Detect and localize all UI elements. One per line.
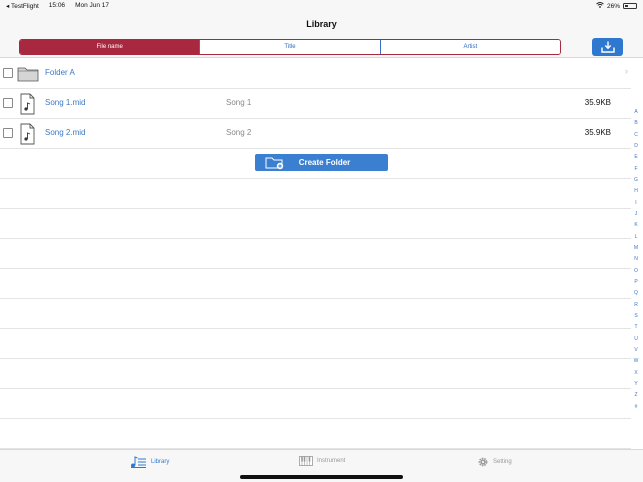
music-file-icon <box>20 123 35 145</box>
list-item-song-1[interactable]: Song 1.mid Song 1 35.9KB <box>0 89 631 119</box>
carrier-label[interactable]: ◂ TestFlight <box>6 2 39 10</box>
segment-artist[interactable]: Artist <box>379 40 560 54</box>
index-letter[interactable]: T <box>630 322 642 333</box>
alphabet-index[interactable]: A B C D E F G H I J K L M N O P Q R S T U V W X Y Z # <box>630 107 642 413</box>
file-name[interactable]: Song 1.mid <box>45 98 85 107</box>
index-letter[interactable]: M <box>630 243 642 254</box>
download-tray-icon <box>600 41 615 53</box>
index-letter[interactable]: A <box>630 107 642 118</box>
file-size: 35.9KB <box>584 128 611 137</box>
gear-icon <box>478 457 488 467</box>
sort-toolbar: File name Title Artist <box>0 36 643 58</box>
file-name[interactable]: Folder A <box>45 68 75 77</box>
list-item-song-2[interactable]: Song 2.mid Song 2 35.9KB <box>0 119 631 149</box>
wifi-icon <box>596 2 604 10</box>
index-letter[interactable]: F <box>630 164 642 175</box>
list-item-folder-a[interactable]: Folder A › <box>0 59 631 89</box>
create-folder-label: Create Folder <box>298 158 351 167</box>
index-letter[interactable]: Q <box>630 288 642 299</box>
home-indicator <box>240 475 403 479</box>
tab-setting-label: Setting <box>493 459 512 465</box>
piano-icon <box>299 456 313 466</box>
tab-instrument[interactable]: Instrument <box>299 456 345 466</box>
segment-title[interactable]: Title <box>199 40 380 54</box>
index-letter[interactable]: C <box>630 130 642 141</box>
index-letter[interactable]: N <box>630 254 642 265</box>
folder-plus-icon <box>265 157 284 170</box>
song-title: Song 1 <box>226 98 252 107</box>
index-letter[interactable]: I <box>630 198 642 209</box>
empty-row <box>0 359 631 389</box>
battery-icon <box>623 3 637 9</box>
empty-row <box>0 179 631 209</box>
status-date: Mon Jun 17 <box>75 2 110 9</box>
tab-library-label: Library <box>151 459 170 465</box>
row-checkbox[interactable] <box>3 98 13 108</box>
index-letter[interactable]: E <box>630 152 642 163</box>
battery-percent: 26% <box>606 2 620 10</box>
file-size: 35.9KB <box>584 98 611 107</box>
chevron-right-icon: › <box>625 66 628 76</box>
index-letter[interactable]: L <box>630 232 642 243</box>
empty-row <box>0 269 631 299</box>
index-letter[interactable]: G <box>630 175 642 186</box>
page-title: Library <box>306 19 337 29</box>
file-name[interactable]: Song 2.mid <box>45 128 85 137</box>
index-letter[interactable]: P <box>630 277 642 288</box>
empty-row <box>0 209 631 239</box>
status-bar: ◂ TestFlight 15:06 Mon Jun 17 26% <box>0 0 643 12</box>
segment-file-name[interactable]: File name <box>20 40 200 54</box>
empty-row <box>0 299 631 329</box>
folder-icon <box>17 67 39 82</box>
index-letter[interactable]: # <box>630 402 642 413</box>
index-letter[interactable]: W <box>630 356 642 367</box>
index-letter[interactable]: X <box>630 368 642 379</box>
tab-library[interactable]: Library <box>130 456 169 468</box>
index-letter[interactable]: R <box>630 300 642 311</box>
index-letter[interactable]: S <box>630 311 642 322</box>
navigation-bar: Library <box>0 12 643 36</box>
index-letter[interactable]: D <box>630 141 642 152</box>
empty-row <box>0 239 631 269</box>
index-letter[interactable]: V <box>630 345 642 356</box>
empty-row <box>0 329 631 359</box>
create-folder-row: Create Folder <box>0 149 631 179</box>
index-letter[interactable]: K <box>630 220 642 231</box>
empty-row <box>0 419 631 449</box>
tab-bar: Library Instrument Setting <box>0 449 643 482</box>
sort-segmented-control: File name Title Artist <box>19 39 561 55</box>
song-title: Song 2 <box>226 128 252 137</box>
tab-setting[interactable]: Setting <box>477 456 512 468</box>
index-letter[interactable]: Z <box>630 390 642 401</box>
download-button[interactable] <box>592 38 623 56</box>
file-list: Folder A › Song 1.mid Song 1 35.9KB Song… <box>0 59 631 449</box>
create-folder-button[interactable]: Create Folder <box>255 154 388 171</box>
empty-row <box>0 389 631 419</box>
index-letter[interactable]: B <box>630 118 642 129</box>
index-letter[interactable]: Y <box>630 379 642 390</box>
tab-instrument-label: Instrument <box>317 458 346 464</box>
index-letter[interactable]: O <box>630 266 642 277</box>
music-file-icon <box>20 93 35 115</box>
index-letter[interactable]: J <box>630 209 642 220</box>
index-letter[interactable]: U <box>630 334 642 345</box>
index-letter[interactable]: H <box>630 186 642 197</box>
status-time: 15:06 <box>48 2 66 9</box>
music-list-icon <box>131 456 146 468</box>
row-checkbox[interactable] <box>3 68 13 78</box>
row-checkbox[interactable] <box>3 128 13 138</box>
